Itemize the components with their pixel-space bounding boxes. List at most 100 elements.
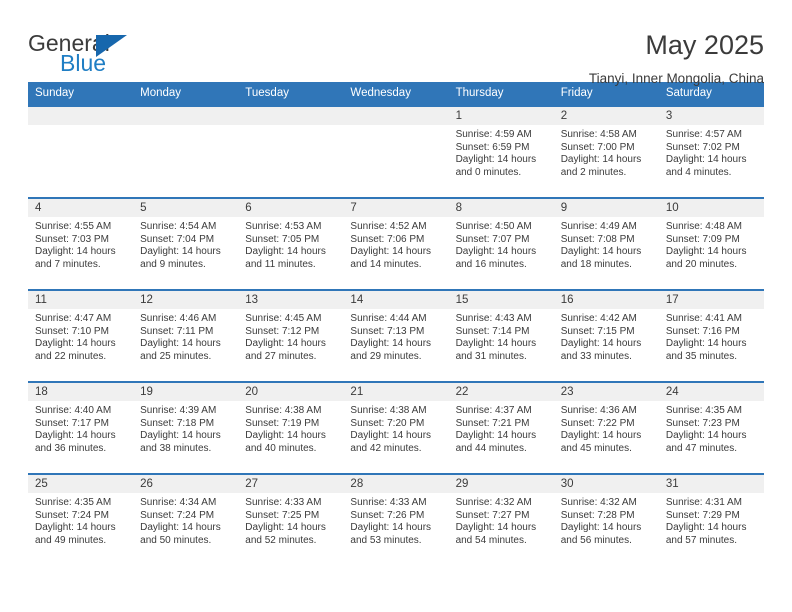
day-details: Sunrise: 4:35 AM Sunset: 7:24 PM Daylight:…: [28, 493, 133, 547]
calendar-day-cell[interactable]: 14 Sunrise: 4:44 AM Sunset: 7:13 PM Dayligh…: [343, 289, 449, 382]
calendar-day-cell[interactable]: 8 Sunrise: 4:50 AM Sunset: 7:07 PM Daylight…: [448, 197, 554, 290]
sunset-text: Sunset: 7:19 PM: [245, 417, 320, 429]
day-details: Sunrise: 4:39 AM Sunset: 7:18 PM Daylight:…: [133, 401, 238, 455]
day-number: 22: [448, 383, 554, 401]
day-number: 16: [553, 291, 659, 309]
day-details: Sunrise: 4:31 AM Sunset: 7:29 PM Daylight:…: [659, 493, 764, 547]
calendar-day-cell[interactable]: 7 Sunrise: 4:52 AM Sunset: 7:06 PM Daylight…: [343, 197, 449, 290]
title-block: May 2025 Tianyi, Inner Mongolia, China: [589, 30, 764, 87]
day-number: 3: [658, 107, 764, 125]
day-details: Sunrise: 4:33 AM Sunset: 7:25 PM Daylight:…: [238, 493, 343, 547]
day-box: [133, 107, 239, 197]
sunset-text: Sunset: 7:11 PM: [140, 325, 214, 337]
calendar-day-cell[interactable]: 17 Sunrise: 4:41 AM Sunset: 7:16 PM Dayligh…: [658, 289, 764, 382]
weekday-header-tuesday: Tuesday: [238, 82, 344, 106]
day-number: 13: [238, 291, 344, 309]
day-number: 7: [343, 199, 449, 217]
sunrise-text: Sunrise: 4:50 AM: [455, 221, 532, 232]
calendar-day-cell[interactable]: 13 Sunrise: 4:45 AM Sunset: 7:12 PM Dayligh…: [238, 289, 344, 382]
calendar-day-cell[interactable]: 30 Sunrise: 4:32 AM Sunset: 7:28 PM Dayligh…: [553, 473, 659, 565]
daylight-text: Daylight: 14 hours and 18 minutes.: [560, 246, 642, 270]
sunrise-text: Sunrise: 4:52 AM: [350, 221, 427, 232]
day-box: 28 Sunrise: 4:33 AM Sunset: 7:26 PM Dayligh…: [343, 475, 449, 565]
calendar-day-cell[interactable]: 9 Sunrise: 4:49 AM Sunset: 7:08 PM Daylight…: [553, 197, 659, 290]
calendar-day-cell[interactable]: 15 Sunrise: 4:43 AM Sunset: 7:14 PM Dayligh…: [448, 289, 554, 382]
day-box: 19 Sunrise: 4:39 AM Sunset: 7:18 PM Dayligh…: [133, 383, 239, 473]
day-details: Sunrise: 4:37 AM Sunset: 7:21 PM Daylight:…: [449, 401, 554, 455]
page-header: General Blue May 2025 Tianyi, Inner Mong…: [28, 0, 764, 86]
daylight-text: Daylight: 14 hours and 16 minutes.: [455, 246, 537, 270]
sunset-text: Sunset: 7:22 PM: [560, 417, 635, 429]
general-blue-logo[interactable]: General Blue: [28, 30, 143, 82]
calendar-day-cell[interactable]: 22 Sunrise: 4:37 AM Sunset: 7:21 PM Dayligh…: [448, 381, 554, 474]
calendar-day-cell[interactable]: 24 Sunrise: 4:35 AM Sunset: 7:23 PM Dayligh…: [658, 381, 764, 474]
calendar-day-cell[interactable]: 21 Sunrise: 4:38 AM Sunset: 7:20 PM Dayligh…: [343, 381, 449, 474]
sunset-text: Sunset: 7:07 PM: [455, 233, 530, 245]
daylight-text: Daylight: 14 hours and 44 minutes.: [455, 430, 537, 454]
sunrise-text: Sunrise: 4:46 AM: [140, 313, 217, 324]
day-details: Sunrise: 4:48 AM Sunset: 7:09 PM Daylight:…: [659, 217, 764, 271]
day-number: 1: [448, 107, 554, 125]
day-number: 17: [658, 291, 764, 309]
day-details: Sunrise: 4:38 AM Sunset: 7:19 PM Daylight:…: [238, 401, 343, 455]
calendar-day-cell[interactable]: 11 Sunrise: 4:47 AM Sunset: 7:10 PM Dayligh…: [28, 289, 134, 382]
calendar-day-cell[interactable]: 19 Sunrise: 4:39 AM Sunset: 7:18 PM Dayligh…: [133, 381, 239, 474]
day-box: 17 Sunrise: 4:41 AM Sunset: 7:16 PM Dayligh…: [658, 291, 764, 381]
day-box: 30 Sunrise: 4:32 AM Sunset: 7:28 PM Dayligh…: [553, 475, 659, 565]
day-number: 14: [343, 291, 449, 309]
sunrise-text: Sunrise: 4:45 AM: [245, 313, 322, 324]
calendar-day-cell[interactable]: 12 Sunrise: 4:46 AM Sunset: 7:11 PM Dayligh…: [133, 289, 239, 382]
day-box: 24 Sunrise: 4:35 AM Sunset: 7:23 PM Dayligh…: [658, 383, 764, 473]
daylight-text: Daylight: 14 hours and 22 minutes.: [35, 338, 116, 362]
sunrise-text: Sunrise: 4:38 AM: [350, 405, 427, 416]
calendar-day-cell[interactable]: 4 Sunrise: 4:55 AM Sunset: 7:03 PM Daylight…: [28, 197, 134, 290]
day-box: 18 Sunrise: 4:40 AM Sunset: 7:17 PM Dayligh…: [28, 383, 134, 473]
sunrise-text: Sunrise: 4:42 AM: [560, 313, 637, 324]
day-details: Sunrise: 4:59 AM Sunset: 6:59 PM Daylight:…: [449, 125, 554, 179]
sunset-text: Sunset: 7:28 PM: [560, 509, 635, 521]
daylight-text: Daylight: 14 hours and 27 minutes.: [245, 338, 326, 362]
day-box: 9 Sunrise: 4:49 AM Sunset: 7:08 PM Daylight…: [553, 199, 659, 289]
sunrise-text: Sunrise: 4:49 AM: [560, 221, 637, 232]
day-box: 7 Sunrise: 4:52 AM Sunset: 7:06 PM Daylight…: [343, 199, 449, 289]
sunset-text: Sunset: 7:24 PM: [35, 509, 109, 521]
day-box: 27 Sunrise: 4:33 AM Sunset: 7:25 PM Dayligh…: [238, 475, 344, 565]
calendar-day-cell[interactable]: 20 Sunrise: 4:38 AM Sunset: 7:19 PM Dayligh…: [238, 381, 344, 474]
calendar-day-cell[interactable]: 6 Sunrise: 4:53 AM Sunset: 7:05 PM Daylight…: [238, 197, 344, 290]
calendar-day-cell[interactable]: 23 Sunrise: 4:36 AM Sunset: 7:22 PM Dayligh…: [553, 381, 659, 474]
sunset-text: Sunset: 7:04 PM: [140, 233, 215, 245]
sunrise-text: Sunrise: 4:44 AM: [350, 313, 427, 324]
location-subtitle: Tianyi, Inner Mongolia, China: [588, 71, 764, 86]
sunset-text: Sunset: 7:20 PM: [350, 417, 425, 429]
sunrise-text: Sunrise: 4:33 AM: [350, 497, 427, 508]
weekday-header-thursday: Thursday: [448, 82, 554, 106]
weekday-header-monday: Monday: [133, 82, 239, 106]
day-details: Sunrise: 4:47 AM Sunset: 7:10 PM Daylight:…: [28, 309, 133, 363]
calendar-day-cell[interactable]: 28 Sunrise: 4:33 AM Sunset: 7:26 PM Dayligh…: [343, 473, 449, 565]
calendar-day-cell[interactable]: 2 Sunrise: 4:58 AM Sunset: 7:00 PM Daylight…: [553, 105, 659, 198]
sunset-text: Sunset: 7:05 PM: [245, 233, 320, 245]
calendar-body: 1 Sunrise: 4:59 AM Sunset: 6:59 PM Daylight…: [28, 105, 764, 565]
calendar-day-cell[interactable]: 3 Sunrise: 4:57 AM Sunset: 7:02 PM Daylight…: [658, 105, 764, 198]
calendar-day-cell[interactable]: 26 Sunrise: 4:34 AM Sunset: 7:24 PM Dayligh…: [133, 473, 239, 565]
sunset-text: Sunset: 7:29 PM: [665, 509, 740, 521]
calendar-day-cell[interactable]: 1 Sunrise: 4:59 AM Sunset: 6:59 PM Daylight…: [448, 105, 554, 198]
sunset-text: Sunset: 7:21 PM: [455, 417, 530, 429]
daylight-text: Daylight: 14 hours and 0 minutes.: [455, 154, 537, 178]
day-box: 22 Sunrise: 4:37 AM Sunset: 7:21 PM Dayligh…: [448, 383, 554, 473]
sunset-text: Sunset: 7:25 PM: [245, 509, 320, 521]
calendar-day-cell[interactable]: 10 Sunrise: 4:48 AM Sunset: 7:09 PM Dayligh…: [658, 197, 764, 290]
daylight-text: Daylight: 14 hours and 31 minutes.: [455, 338, 537, 362]
calendar-day-cell[interactable]: 16 Sunrise: 4:42 AM Sunset: 7:15 PM Dayligh…: [553, 289, 659, 382]
sunrise-text: Sunrise: 4:34 AM: [140, 497, 217, 508]
calendar-day-cell[interactable]: 18 Sunrise: 4:40 AM Sunset: 7:17 PM Dayligh…: [28, 381, 134, 474]
daylight-text: Daylight: 14 hours and 11 minutes.: [245, 246, 326, 270]
sunrise-text: Sunrise: 4:43 AM: [455, 313, 532, 324]
calendar-day-cell[interactable]: 29 Sunrise: 4:32 AM Sunset: 7:27 PM Dayligh…: [448, 473, 554, 565]
calendar-day-cell[interactable]: 25 Sunrise: 4:35 AM Sunset: 7:24 PM Dayligh…: [28, 473, 134, 565]
calendar-day-cell[interactable]: 31 Sunrise: 4:31 AM Sunset: 7:29 PM Dayligh…: [658, 473, 764, 565]
sunrise-text: Sunrise: 4:47 AM: [35, 313, 112, 324]
calendar-day-cell[interactable]: 5 Sunrise: 4:54 AM Sunset: 7:04 PM Daylight…: [133, 197, 239, 290]
calendar-day-cell[interactable]: 27 Sunrise: 4:33 AM Sunset: 7:25 PM Dayligh…: [238, 473, 344, 565]
sunset-text: Sunset: 7:00 PM: [560, 141, 635, 153]
